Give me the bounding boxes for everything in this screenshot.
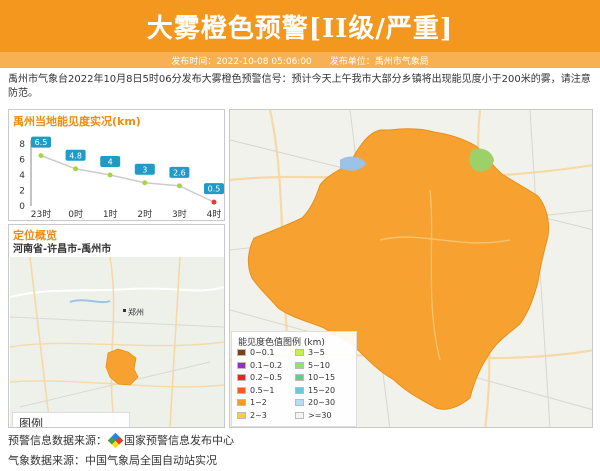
visibility-color-legend: 能见度色值图例 (km) 0~0.1 3~5 0.1~0.2 5~10 0.2~0.5 1… — [231, 331, 357, 427]
color-legend-label: 0.1~0.2 — [250, 360, 283, 370]
color-swatch — [237, 374, 246, 382]
value-label: 6.5 — [35, 138, 48, 147]
color-legend-item: 0~0.1 — [237, 348, 275, 357]
color-legend-item: 0.2~0.5 — [237, 373, 282, 382]
color-legend-label: 15~20 — [308, 385, 336, 395]
color-legend-label: 20~30 — [308, 398, 336, 408]
color-legend-item: 2~3 — [237, 411, 267, 420]
y-tick-label: 8 — [19, 140, 25, 150]
x-tick-label: 2时 — [137, 208, 152, 220]
visibility-point — [38, 153, 44, 159]
visibility-point — [73, 166, 79, 172]
warning-source-org[interactable]: 国家预警信息发布中心 — [124, 432, 234, 448]
color-swatch — [237, 386, 246, 394]
color-swatch — [295, 349, 304, 356]
color-swatch — [295, 361, 304, 369]
color-legend-item: 10~15 — [295, 373, 335, 382]
overview-map[interactable]: 郑州 图例 国界 省界 — [9, 256, 224, 428]
map-legend: 图例 国界 省界 — [12, 412, 130, 428]
location-panel: 定位概览 河南省-许昌市-禹州市 郑州 图例 国界 省界 — [8, 224, 225, 428]
warning-summary: 禹州市气象台2022年10月8日5时06分发布大雾橙色预警信号：预计今天上午我市… — [8, 74, 591, 99]
value-label: 0.5 — [208, 185, 221, 194]
visibility-point — [176, 183, 182, 189]
color-legend-label: 1~2 — [250, 398, 267, 408]
x-tick-label: 0时 — [68, 208, 83, 220]
publisher: 发布单位：禹州市气象局 — [329, 56, 429, 67]
y-tick-label: 2 — [19, 187, 25, 197]
warning-center-logo-icon — [107, 432, 124, 448]
meta-bar: 发布时间：2022-10-08 05:06:00 发布单位：禹州市气象局 — [0, 52, 600, 68]
overview-map-svg: 郑州 — [9, 256, 224, 427]
city-label-zhengzhou: 郑州 — [128, 307, 144, 317]
weather-source-text: 气象数据来源：中国气象局全国自动站实况 — [8, 454, 217, 467]
value-label: 4.8 — [69, 151, 82, 160]
y-tick-label: 4 — [19, 171, 25, 181]
warning-source-prefix: 预警信息数据来源： — [8, 434, 107, 447]
main-map[interactable]: 能见度色值图例 (km) 0~0.1 3~5 0.1~0.2 5~10 0.2~0.5 1… — [229, 109, 593, 428]
value-label: 3 — [142, 165, 147, 174]
visibility-trend-line — [40, 154, 215, 203]
color-legend-item: 0.1~0.2 — [237, 361, 282, 370]
color-legend-item: 20~30 — [295, 398, 335, 407]
color-legend-item: 3~5 — [295, 348, 325, 357]
color-legend-item: >=30 — [295, 411, 332, 420]
x-tick-label: 1时 — [103, 208, 118, 220]
color-legend-label: 3~5 — [308, 348, 325, 357]
color-swatch — [295, 399, 304, 407]
color-legend-label: 0~0.1 — [250, 348, 275, 357]
visibility-point — [142, 180, 148, 186]
color-legend-label: 10~15 — [308, 373, 336, 383]
color-legend-title: 能见度色值图例 (km) — [238, 338, 325, 348]
color-legend-label: 0.5~1 — [250, 385, 275, 395]
x-tick-label: 3时 — [172, 208, 187, 220]
visibility-panel-title: 禹州当地能见度实况(km) — [13, 115, 141, 128]
color-swatch — [237, 399, 246, 407]
color-legend-label: 5~10 — [308, 360, 330, 370]
visibility-point — [211, 199, 217, 205]
y-tick-label: 6 — [19, 156, 25, 166]
color-legend-item: 15~20 — [295, 386, 335, 395]
color-swatch — [295, 374, 304, 382]
value-label: 4 — [108, 158, 113, 167]
value-label: 2.6 — [173, 168, 186, 177]
map-legend-title: 图例 — [19, 417, 44, 428]
visibility-point — [107, 172, 113, 178]
color-legend-item: 5~10 — [295, 361, 330, 370]
weather-source: 气象数据来源：中国气象局全国自动站实况 — [8, 452, 217, 468]
color-swatch — [237, 412, 246, 419]
color-legend-label: >=30 — [308, 411, 332, 420]
color-swatch — [295, 386, 304, 394]
x-tick-label: 4时 — [207, 208, 222, 220]
warning-source: 预警信息数据来源： 国家预警信息发布中心 — [8, 432, 234, 448]
visibility-panel: 0 2 4 6 8 6.5 23时 4.8 0时 4 1时 3 2时 2.6 3时 0.5 4时 禹州当地能见度… — [8, 109, 225, 221]
warning-title: 大雾橙色预警[II级/严重] — [146, 13, 454, 44]
color-legend-item: 0.5~1 — [237, 386, 275, 395]
warning-banner: 大雾橙色预警[II级/严重] — [0, 0, 600, 52]
x-tick-label: 23时 — [31, 208, 51, 220]
color-swatch — [237, 349, 246, 356]
color-swatch — [237, 361, 246, 369]
color-legend-item: 1~2 — [237, 398, 267, 407]
y-tick-label: 0 — [19, 202, 25, 212]
color-swatch — [295, 412, 304, 419]
publish-time: 发布时间：2022-10-08 05:06:00 — [171, 56, 312, 67]
color-legend-label: 2~3 — [250, 411, 267, 420]
color-legend-label: 0.2~0.5 — [250, 373, 283, 383]
location-path: 河南省-许昌市-禹州市 — [13, 244, 112, 255]
